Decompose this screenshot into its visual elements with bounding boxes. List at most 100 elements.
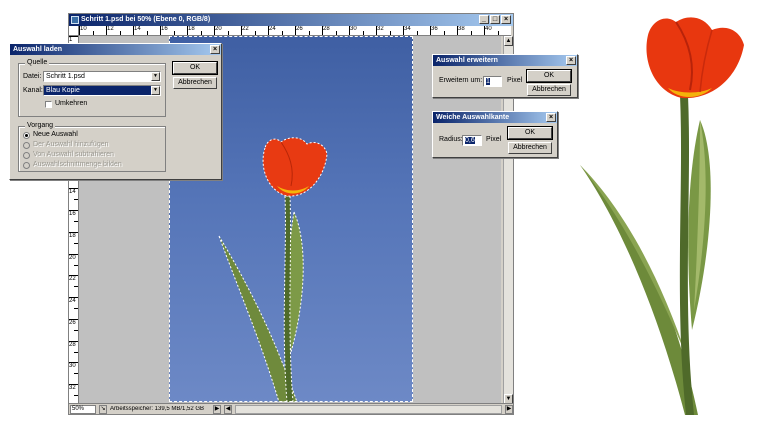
load-selection-dialog: Auswahl laden × Quelle Datei: Schritt 1.… (9, 43, 222, 180)
ruler-tick (254, 31, 256, 35)
ruler-label: 40 (485, 26, 492, 32)
cancel-button[interactable]: Abbrechen (173, 77, 217, 89)
status-menu-icon[interactable]: ↘ (99, 404, 107, 414)
ruler-tick (362, 31, 364, 35)
horizontal-ruler[interactable]: 10 12 14 16 18 20 22 24 26 28 30 32 34 36 38 40 (79, 26, 511, 36)
ruler-label: 18 (69, 232, 76, 239)
file-label: Datei: (23, 73, 42, 80)
radius-input[interactable]: 0,6 (462, 135, 482, 146)
chevron-down-icon[interactable]: ▼ (151, 72, 160, 81)
ruler-label: 34 (404, 26, 411, 32)
photoshop-icon (71, 16, 79, 24)
status-popup-arrow-icon[interactable]: ▶ (213, 404, 221, 414)
ruler-label: 20 (69, 254, 76, 261)
invert-checkbox[interactable] (45, 101, 52, 108)
ruler-label: 36 (431, 26, 438, 32)
ruler-label: 26 (69, 319, 76, 326)
channel-select[interactable]: Blau Kopie ▼ (43, 85, 161, 96)
source-group-title: Quelle (25, 58, 50, 68)
channel-select-value: Blau Kopie (46, 87, 80, 94)
source-group: Quelle Datei: Schritt 1.psd ▼ Kanal: Bla… (18, 58, 166, 117)
feather-selection-title[interactable]: Weiche Auswahlkante × (433, 112, 557, 123)
option-new-selection-label[interactable]: Neue Auswahl (33, 130, 78, 140)
ok-button[interactable]: OK (507, 126, 553, 140)
zoom-field[interactable]: 50% (70, 404, 96, 414)
ruler-tick (74, 329, 78, 331)
operation-group: Vorgang Neue Auswahl Der Auswahl hinzufü… (18, 121, 166, 172)
expand-label: Erweitern um: (439, 77, 483, 84)
ruler-label: 22 (242, 26, 249, 32)
ruler-tick (74, 242, 78, 244)
dialog-title-text: Auswahl laden (13, 46, 63, 53)
expand-selection-title[interactable]: Auswahl erweitern × (433, 55, 577, 66)
ok-button[interactable]: OK (172, 61, 218, 75)
close-button[interactable]: × (501, 15, 511, 24)
scroll-right-icon[interactable]: ▶ (505, 404, 513, 414)
ruler-tick (74, 373, 78, 375)
ruler-label: 24 (69, 298, 76, 305)
option-add-selection-label[interactable]: Der Auswahl hinzufügen (33, 140, 109, 150)
expand-unit: Pixel (507, 77, 523, 84)
ruler-label: 22 (69, 276, 76, 283)
ruler-tick (74, 308, 78, 310)
radio-add-selection[interactable] (23, 142, 30, 149)
ruler-tick (200, 31, 202, 35)
ruler-origin[interactable] (69, 26, 79, 36)
ruler-tick (74, 395, 78, 397)
invert-label[interactable]: Umkehren (55, 99, 87, 109)
ruler-label: 18 (188, 26, 195, 32)
extracted-tulip-image (560, 0, 770, 430)
ruler-tick (146, 31, 148, 35)
ruler-label: 26 (296, 26, 303, 32)
radius-label: Radius: (439, 136, 463, 143)
file-select[interactable]: Schritt 1.psd ▼ (43, 71, 161, 82)
ruler-tick (74, 286, 78, 288)
cancel-button[interactable]: Abbrechen (508, 142, 552, 154)
radio-new-selection[interactable] (23, 132, 30, 139)
ruler-label: 32 (69, 385, 76, 392)
file-select-value: Schritt 1.psd (46, 73, 85, 80)
load-selection-title[interactable]: Auswahl laden × (10, 44, 221, 55)
chevron-down-icon[interactable]: ▼ (151, 86, 160, 95)
ruler-tick (227, 31, 229, 35)
feather-selection-dialog: Weiche Auswahlkante × Radius: 0,6 Pixel … (432, 111, 558, 158)
ruler-label: 24 (269, 26, 276, 32)
ruler-tick (281, 31, 283, 35)
ruler-label: 30 (350, 26, 357, 32)
scroll-left-icon[interactable]: ◀ (224, 404, 232, 414)
ruler-tick (74, 351, 78, 353)
ruler-label: 16 (161, 26, 168, 32)
dialog-title-text: Auswahl erweitern (436, 57, 498, 64)
close-icon[interactable]: × (546, 113, 556, 122)
close-icon[interactable]: × (210, 45, 220, 54)
document-title: Schritt 1.psd bei 50% (Ebene 0, RGB/8) (81, 16, 211, 23)
maximize-button[interactable]: □ (490, 15, 500, 24)
radio-subtract-selection[interactable] (23, 152, 30, 159)
ruler-tick (470, 31, 472, 35)
document-titlebar[interactable]: Schritt 1.psd bei 50% (Ebene 0, RGB/8) _… (69, 14, 513, 26)
expand-selection-dialog: Auswahl erweitern × Erweitern um: 1 Pixe… (432, 54, 578, 98)
horizontal-scrollbar[interactable] (235, 404, 502, 414)
ruler-tick (416, 31, 418, 35)
ruler-label: 14 (69, 189, 76, 196)
ruler-tick (92, 31, 94, 35)
dialog-title-text: Weiche Auswahlkante (436, 114, 510, 121)
tulip-illustration (580, 17, 744, 415)
ruler-tick (74, 221, 78, 222)
ruler-label: 12 (107, 26, 114, 32)
expand-input[interactable]: 1 (483, 76, 502, 87)
radio-intersect-selection[interactable] (23, 162, 30, 169)
scroll-up-button[interactable]: ▲ (504, 36, 513, 46)
ruler-tick (74, 264, 78, 266)
option-intersect-selection-label[interactable]: Auswahlschnittmenge bilden (33, 160, 122, 170)
channel-label: Kanal: (23, 87, 43, 94)
ruler-tick (443, 31, 445, 35)
memory-info: Arbeitsspeicher: 139,5 MB/1,52 GB (110, 406, 205, 412)
minimize-button[interactable]: _ (479, 15, 489, 24)
ruler-tick (308, 31, 310, 35)
ruler-label: 28 (69, 341, 76, 348)
option-subtract-selection-label[interactable]: Von Auswahl subtrahieren (33, 150, 114, 160)
ruler-label: 10 (80, 26, 87, 32)
ruler-tick (119, 31, 121, 35)
status-bar: 50% ↘ Arbeitsspeicher: 139,5 MB/1,52 GB … (69, 403, 513, 414)
